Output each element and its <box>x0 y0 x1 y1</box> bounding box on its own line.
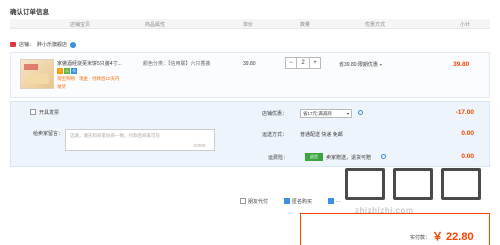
col-subtotal: 小计 <box>460 22 471 28</box>
store-icon <box>10 42 16 47</box>
product-attr: 颜色分类：【信用联】六只香装 <box>143 61 211 67</box>
shipping-value: 普通配送 快递 免邮 <box>300 132 343 138</box>
memo-char-count: 0/200 <box>194 143 206 148</box>
item-subtotal: 39.80 <box>453 61 470 68</box>
product-badges: 7 ◎ 卡 <box>57 68 77 74</box>
insurance-amount: 0.00 <box>461 153 474 160</box>
invoice-checkbox[interactable] <box>30 109 36 115</box>
unit-price: 39.80 <box>243 61 256 67</box>
chevron-down-icon: ▾ <box>379 62 382 67</box>
insurance-tag: 退货 <box>305 153 323 161</box>
shop-discount-label: 店铺优惠： <box>262 111 288 117</box>
table-header: 店铺宝贝 商品属性 单价 数量 优惠方式 小计 <box>10 19 490 29</box>
badge-icon: 卡 <box>71 68 77 74</box>
col-price: 单价 <box>243 22 254 28</box>
product-title-link[interactable]: 家傲酒经烧芙米饼5只装4寸... <box>57 60 122 67</box>
option-checkbox[interactable] <box>328 198 335 204</box>
memo-label: 给卖家留言： <box>33 131 64 137</box>
friend-pay-label: 朋友代付 <box>248 198 269 205</box>
store-name-link[interactable]: 胖小乐旗舰店 <box>37 41 67 48</box>
delivery-note-2: 发货 <box>57 84 66 89</box>
page-title: 确认订单信息 <box>10 9 49 16</box>
invoice-label: 开具发票 <box>39 110 60 116</box>
anonymous-checkbox[interactable] <box>284 198 291 204</box>
anonymous-label: 匿名购买 <box>292 198 313 205</box>
col-attr: 商品属性 <box>145 22 166 28</box>
shipping-label: 运送方式： <box>262 132 288 138</box>
promo-select[interactable]: 省39.80:限期优惠 ▾ <box>339 61 382 68</box>
qty-input[interactable]: 2 <box>297 57 309 69</box>
quantity-stepper: − 2 + <box>285 57 321 69</box>
shop-discount-select[interactable]: 省17元:满减商 ▾ <box>300 109 352 118</box>
memo-placeholder: 选填，请先和商家协商一致，付款后商家可见 <box>70 133 160 138</box>
watermark-url: zhizhizhi.com <box>355 206 414 215</box>
shop-discount-value: 省17元:满减商 <box>303 111 332 116</box>
watermark-logo <box>345 168 495 208</box>
store-label: 店铺： <box>19 42 35 48</box>
footer-options: 朋友代付 匿名购买 ... <box>240 197 352 205</box>
insurance-value: 卖家赠送，退货可赔 <box>326 155 372 161</box>
shipping-amount: 0.00 <box>461 130 474 137</box>
help-icon[interactable] <box>381 154 386 159</box>
pay-amount: ￥ 22.80 <box>432 231 474 243</box>
product-thumbnail[interactable] <box>20 59 54 89</box>
col-qty: 数量 <box>300 22 311 28</box>
insurance-label: 运费险： <box>268 155 289 161</box>
shop-discount-amount: -17.00 <box>455 109 474 116</box>
col-promo: 优惠方式 <box>365 22 386 28</box>
friend-pay-checkbox[interactable] <box>240 198 246 204</box>
badge-icon: 7 <box>57 68 63 74</box>
help-icon[interactable] <box>358 110 363 115</box>
option-label: ... <box>336 198 341 204</box>
chat-icon[interactable] <box>70 41 77 48</box>
col-store-item: 店铺宝贝 <box>70 22 91 28</box>
chevron-down-icon: ▾ <box>346 111 349 116</box>
delivery-note: 淘宝购物 · 现金 · 付款后10天内 <box>57 76 120 81</box>
order-item <box>10 52 490 98</box>
store-row: 店铺： 胖小乐旗舰店 <box>10 40 77 49</box>
pay-label: 实付款： <box>410 235 431 241</box>
badge-icon: ◎ <box>64 68 70 74</box>
promo-value: 省39.80:限期优惠 <box>339 62 378 68</box>
qty-increase-button[interactable]: + <box>309 57 321 69</box>
qty-decrease-button[interactable]: − <box>285 57 297 69</box>
